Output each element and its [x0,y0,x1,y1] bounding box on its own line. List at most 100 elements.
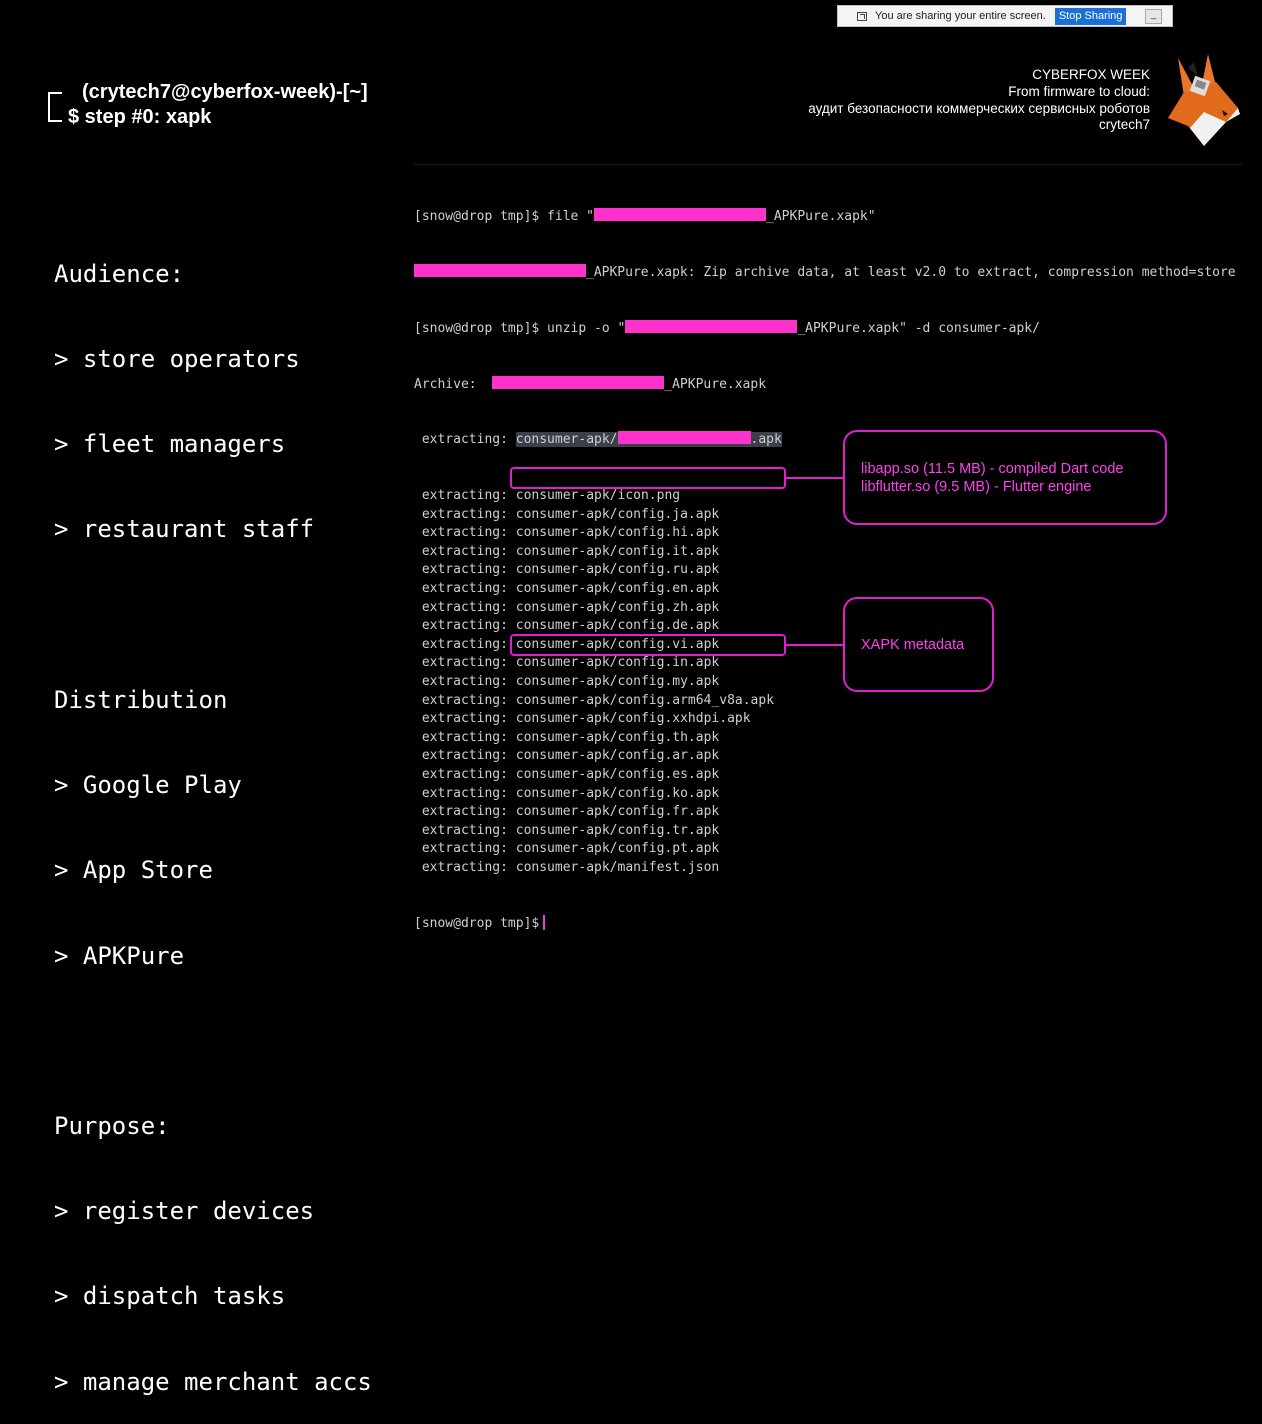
extracted-file-path: consumer-apk/config.hi.apk [515,525,720,541]
terminal-cursor [543,914,546,930]
extract-line: extracting: consumer-apk/config.hi.apk [414,524,1236,543]
talk-title: аудит безопасности коммерческих сервисны… [808,100,1150,116]
stop-sharing-button[interactable]: Stop Sharing [1054,7,1127,25]
extract-label: extracting: [414,767,516,782]
extract-label: extracting: [414,543,516,559]
sharing-status-text: You are sharing your entire screen. [875,10,1046,22]
extract-label: extracting: [414,618,516,634]
redacted-filename [492,375,665,389]
extract-line: extracting: consumer-apk/config.en.apk [414,580,1236,599]
extracted-file-path: consumer-apk/config.my.apk [515,674,720,690]
extracted-file-path: consumer-apk/config.xxhdpi.apk [515,711,751,727]
terminal-line: [snow@drop tmp]$ unzip -o " _APKPure.xapk… [414,319,1236,339]
output-text: extracting: [414,432,516,448]
extract-line: extracting: consumer-apk/config.it.apk [414,543,1236,562]
extracted-file-path: consumer-apk/icon.png [515,488,681,504]
extract-label: extracting: [414,636,516,652]
extract-line: extracting: consumer-apk/config.fr.apk [414,803,1236,822]
command-text: [snow@drop tmp]$ file " [414,209,595,225]
extract-label: extracting: [414,748,516,764]
speaker-name: crytech7 [1098,117,1150,133]
output-text: consumer-apk/ [515,432,618,448]
distribution-item: > Google Play [54,771,242,800]
terminal-output[interactable]: [snow@drop tmp]$ file " _APKPure.xapk" _A… [414,171,1236,952]
selected-text[interactable]: consumer-apk/ .apk [515,431,782,448]
extract-label: extracting: [414,525,516,541]
terminal-line: _APKPure.xapk: Zip archive data, at leas… [414,263,1236,283]
extracted-file-path: consumer-apk/config.ja.apk [515,506,720,522]
prompt-bracket [48,92,62,122]
extracted-file-path: consumer-apk/config.zh.apk [515,599,720,615]
share-screen-icon [857,11,867,21]
prompt-step-title: $ step #0: xapk [68,106,212,128]
extract-label: extracting: [414,841,516,857]
extract-label: extracting: [414,506,516,522]
distribution-item: > App Store [54,856,213,885]
redacted-filename [594,208,767,222]
extract-line: extracting: consumer-apk/config.zh.apk [414,599,1236,618]
command-text: [snow@drop tmp]$ unzip -o " [414,320,626,336]
extracted-file-path: consumer-apk/config.th.apk [515,729,720,745]
extract-label: extracting: [414,599,516,615]
callout-line: XAPK metadata [861,636,965,653]
extract-line: extracting: consumer-apk/config.es.apk [414,766,1236,785]
extracted-file-path: consumer-apk/config.fr.apk [515,804,720,820]
extracted-file-path: consumer-apk/config.es.apk [515,767,720,782]
command-text: _APKPure.xapk" [766,209,876,225]
extract-label: extracting: [414,711,516,727]
extract-line: extracting: consumer-apk/config.ko.apk [414,785,1236,804]
output-text: .apk [750,432,782,448]
callout-line: libflutter.so (9.5 MB) - Flutter engine [861,478,1092,495]
terminal-line: [snow@drop tmp]$ [414,914,1236,934]
extracted-file-path: consumer-apk/config.in.apk [515,655,720,671]
terminal-line: Archive: _APKPure.xapk [414,375,1236,395]
extract-line: extracting: consumer-apk/config.ru.apk [414,561,1236,580]
audience-item: > fleet managers [54,430,286,459]
audience-item: > restaurant staff [54,515,315,544]
extract-label: extracting: [414,562,516,578]
app-overview-panel: Audience: > store operators > fleet mana… [54,203,372,1424]
extract-line: extracting: consumer-apk/config.my.apk [414,673,1236,692]
arm64-callout: libapp.so (11.5 MB) - compiled Dart code… [843,430,1167,525]
distribution-item: > APKPure [54,941,185,970]
shell-prompt: [snow@drop tmp]$ [414,915,540,931]
redacted-filename [617,431,751,445]
purpose-item: > manage merchant accs [54,1367,372,1396]
extract-line: extracting: consumer-apk/config.th.apk [414,729,1236,748]
arm64-highlight-frame [510,467,786,489]
extract-label: extracting: [414,581,516,597]
terminal-line: [snow@drop tmp]$ file " _APKPure.xapk" [414,208,1236,227]
extract-label: extracting: [414,804,516,820]
extracted-file-path: consumer-apk/config.it.apk [515,543,720,559]
output-text: Archive: [414,376,493,392]
output-text: _APKPure.xapk: Zip archive data, at leas… [586,264,1236,280]
extracted-file-path: consumer-apk/config.tr.apk [515,822,720,838]
manifest-highlight-frame [510,634,786,656]
audience-heading: Audience: [54,259,185,288]
purpose-heading: Purpose: [54,1111,170,1140]
extract-label: extracting: [414,655,516,671]
extracted-file-path: consumer-apk/config.arm64_v8a.apk [515,692,775,708]
minimize-button[interactable]: _ [1145,8,1162,24]
extract-label: extracting: [414,822,516,838]
command-text: _APKPure.xapk" -d consumer-apk/ [797,320,1040,336]
extracted-file-path: consumer-apk/config.pt.apk [515,841,720,857]
prompt-user-host: (crytech7@cyberfox-week)-[~] [82,81,368,103]
callout-line: libapp.so (11.5 MB) - compiled Dart code [861,460,1124,477]
extract-line: extracting: consumer-apk/config.pt.apk [414,840,1236,859]
extract-label: extracting: [414,674,516,690]
extract-line: extracting: consumer-apk/config.in.apk [414,654,1236,673]
extracted-file-path: consumer-apk/config.en.apk [515,581,720,597]
extract-label: extracting: [414,729,516,745]
extracted-file-path: consumer-apk/manifest.json [515,859,720,875]
fox-logo-icon [1168,54,1240,146]
extracted-file-path: consumer-apk/config.ar.apk [515,748,720,764]
output-text: _APKPure.xapk [664,376,767,392]
talk-branding: CYBERFOX WEEK From firmware to cloud: ау… [808,67,1150,134]
extract-line: extracting: consumer-apk/config.ar.apk [414,747,1236,766]
extract-label: extracting: [414,859,516,875]
extracted-file-path: consumer-apk/config.de.apk [515,618,720,634]
audience-item: > store operators [54,345,300,374]
extract-label: extracting: [414,488,516,504]
event-name: CYBERFOX WEEK [1032,67,1150,82]
